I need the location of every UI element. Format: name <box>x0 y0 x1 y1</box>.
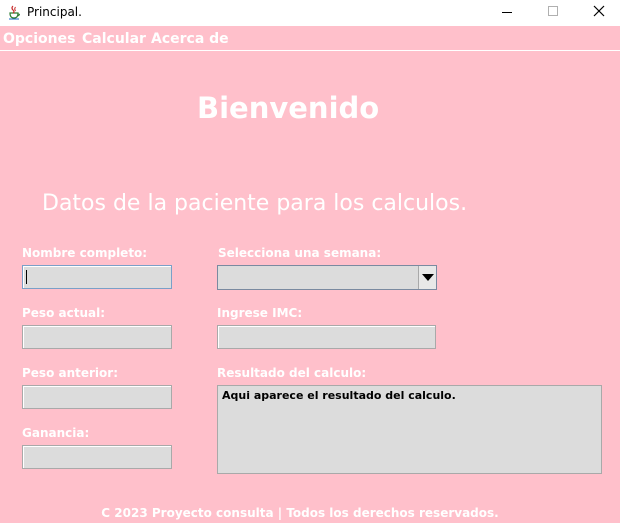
imc-field[interactable] <box>217 325 436 349</box>
imc-label: Ingrese IMC: <box>217 306 303 320</box>
close-button[interactable] <box>576 0 622 26</box>
welcome-heading: Bienvenido <box>197 91 380 125</box>
semana-label: Selecciona una semana: <box>218 246 382 260</box>
close-icon <box>593 5 605 17</box>
nombre-field[interactable] <box>22 265 172 289</box>
text-caret <box>26 270 27 284</box>
form-subtitle: Datos de la paciente para los calculos. <box>42 191 468 216</box>
chevron-down-icon <box>422 274 434 281</box>
ganancia-label: Ganancia: <box>22 426 90 440</box>
menu-acerca-de[interactable]: Acerca de <box>151 31 229 47</box>
resultado-text: Aqui aparece el resultado del calculo. <box>222 389 456 402</box>
ganancia-field[interactable] <box>22 445 172 469</box>
peso-actual-field[interactable] <box>22 325 172 349</box>
title-bar: Principal. <box>0 0 622 26</box>
footer-copyright: C 2023 Proyecto consulta | Todos los der… <box>101 506 499 520</box>
nombre-label: Nombre completo: <box>22 246 148 260</box>
minimize-icon <box>502 12 512 13</box>
menu-bar: Opciones Calcular Acerca de <box>0 26 622 51</box>
peso-anterior-label: Peso anterior: <box>22 366 119 380</box>
resultado-textarea[interactable]: Aqui aparece el resultado del calculo. <box>217 385 602 474</box>
menu-opciones[interactable]: Opciones <box>3 31 75 47</box>
semana-dropdown[interactable] <box>217 265 437 290</box>
window-title: Principal. <box>27 5 82 19</box>
minimize-button[interactable] <box>484 0 530 26</box>
peso-actual-label: Peso actual: <box>22 306 105 320</box>
maximize-icon <box>548 6 558 16</box>
resultado-label: Resultado del calculo: <box>217 366 367 380</box>
dropdown-button[interactable] <box>418 266 436 289</box>
menu-calcular[interactable]: Calcular <box>82 31 146 47</box>
maximize-button[interactable] <box>530 0 576 26</box>
java-cup-icon <box>9 5 20 20</box>
peso-anterior-field[interactable] <box>22 385 172 409</box>
main-window: Principal. Opciones Calcular Acerca de B… <box>0 0 622 523</box>
